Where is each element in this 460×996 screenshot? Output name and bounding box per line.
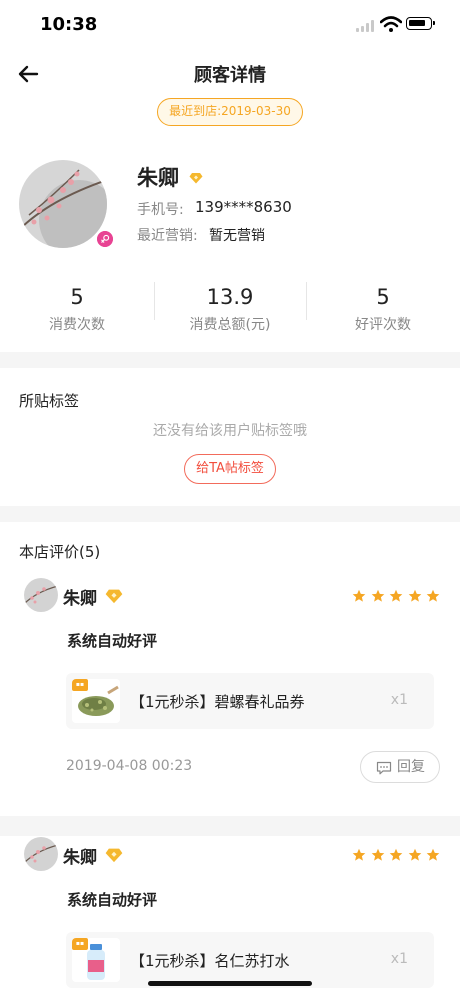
- phone-label: 手机号:: [137, 202, 184, 218]
- star-icon: [371, 848, 384, 861]
- star-icon: [408, 589, 421, 602]
- section-separator: [0, 352, 460, 368]
- customer-avatar: [19, 160, 107, 248]
- add-tag-button[interactable]: 给TA帖标签: [184, 454, 276, 484]
- vip-diamond-icon: [105, 848, 123, 863]
- stat-label: 消费总额(元): [189, 317, 271, 333]
- star-icon: [352, 589, 366, 602]
- stat-value: 5: [376, 285, 390, 309]
- reply-label: 回复: [397, 759, 425, 775]
- recent-marketing-value: 暂无营销: [209, 228, 265, 244]
- stat-good-reviews: 5 好评次数: [313, 284, 453, 334]
- tags-empty-text: 还没有给该用户贴标签哦: [153, 423, 307, 439]
- star-icon: [352, 848, 366, 861]
- rating-stars: [352, 848, 440, 864]
- rating-stars: [352, 589, 440, 605]
- star-icon: [426, 589, 440, 602]
- reviewer-name: 朱卿: [63, 589, 97, 609]
- stat-label: 好评次数: [355, 317, 411, 333]
- reply-button[interactable]: 回复: [360, 751, 440, 783]
- last-visit-badge: 最近到店:2019-03-30: [157, 98, 303, 126]
- star-icon: [426, 848, 440, 861]
- product-card[interactable]: ▪▪ 【1元秒杀】名仁苏打水 x1: [66, 932, 434, 988]
- female-gender-icon: [95, 229, 115, 249]
- product-name: 【1元秒杀】碧螺春礼品券: [130, 693, 305, 711]
- product-quantity: x1: [390, 692, 408, 708]
- flash-sale-tag-icon: ▪▪: [72, 938, 88, 950]
- home-indicator: [148, 981, 312, 986]
- star-icon: [408, 848, 421, 861]
- comment-icon: [376, 761, 392, 775]
- stat-value: 5: [70, 285, 84, 309]
- star-icon: [389, 589, 403, 602]
- page-title: 顾客详情: [194, 65, 266, 86]
- reviewer-avatar: [24, 578, 58, 612]
- product-quantity: x1: [390, 951, 408, 967]
- section-separator: [0, 506, 460, 522]
- recent-marketing-label: 最近营销:: [137, 228, 198, 244]
- vip-diamond-icon: [189, 173, 203, 184]
- reviewer-name: 朱卿: [63, 848, 97, 868]
- stat-value: 13.9: [206, 285, 254, 309]
- review-text: 系统自动好评: [67, 632, 158, 650]
- signal-icon: [356, 20, 374, 32]
- status-time: 10:38: [40, 14, 98, 35]
- tags-section-title: 所贴标签: [19, 392, 80, 410]
- vip-diamond-icon: [105, 589, 123, 604]
- stat-label: 消费次数: [49, 317, 105, 333]
- reviews-section-title: 本店评价(5): [19, 543, 101, 561]
- star-icon: [389, 848, 403, 861]
- product-name: 【1元秒杀】名仁苏打水: [130, 952, 290, 970]
- review-time: 2019-04-08 00:23: [66, 758, 193, 774]
- phone-number: 139****8630: [195, 198, 292, 216]
- flash-sale-tag-icon: ▪▪: [72, 679, 88, 691]
- divider: [154, 282, 155, 320]
- product-thumbnail: ▪▪: [72, 938, 120, 982]
- product-thumbnail: ▪▪: [72, 679, 120, 723]
- star-icon: [371, 589, 384, 602]
- battery-icon: [406, 17, 435, 30]
- wifi-icon: [380, 16, 402, 32]
- customer-name: 朱卿: [137, 166, 179, 190]
- divider: [306, 282, 307, 320]
- stat-total-spend: 13.9 消费总额(元): [160, 284, 300, 334]
- review-text: 系统自动好评: [67, 891, 158, 909]
- stat-visit-count: 5 消费次数: [7, 284, 147, 334]
- reviewer-avatar: [24, 837, 58, 871]
- product-card[interactable]: ▪▪ 【1元秒杀】碧螺春礼品券 x1: [66, 673, 434, 729]
- section-separator: [0, 816, 460, 836]
